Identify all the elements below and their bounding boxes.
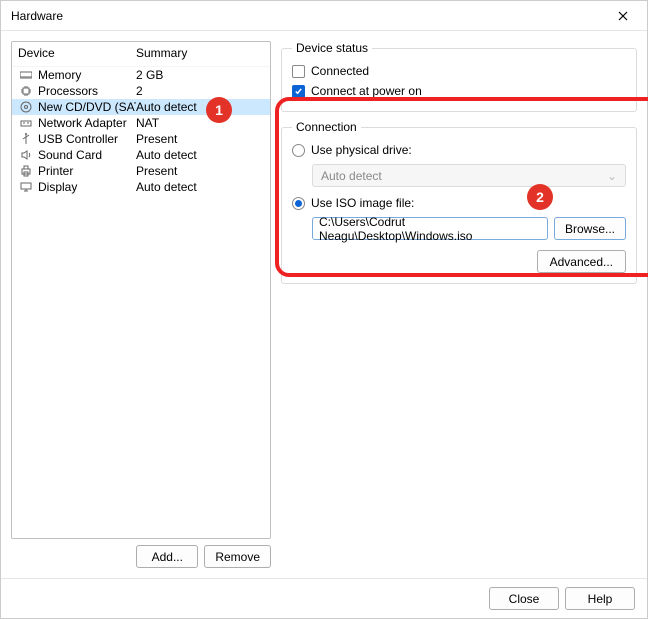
poweron-label: Connect at power on <box>311 84 422 98</box>
use-iso-label: Use ISO image file: <box>311 196 414 210</box>
add-button[interactable]: Add... <box>136 545 198 568</box>
iso-row: C:\Users\Codrut Neagu\Desktop\Windows.is… <box>312 217 626 240</box>
device-summary: Present <box>136 132 264 146</box>
device-label: Printer <box>38 164 136 178</box>
remove-button[interactable]: Remove <box>204 545 271 568</box>
row-printer[interactable]: Printer Present <box>12 163 270 179</box>
device-summary: Auto detect <box>136 180 264 194</box>
right-pane: Device status Connected Connect at power… <box>281 41 637 568</box>
device-label: Memory <box>38 68 136 82</box>
radio-checked-icon[interactable] <box>292 197 305 210</box>
device-summary: 2 <box>136 84 264 98</box>
connection-legend: Connection <box>292 120 361 134</box>
disc-icon <box>18 99 34 115</box>
device-summary: Auto detect <box>136 100 264 114</box>
advanced-row: Advanced... <box>292 250 626 273</box>
device-label: New CD/DVD (SATA) <box>38 100 136 114</box>
close-icon[interactable] <box>603 2 643 30</box>
processor-icon <box>18 83 34 99</box>
poweron-row[interactable]: Connect at power on <box>292 81 626 101</box>
device-summary: 2 GB <box>136 68 264 82</box>
row-processors[interactable]: Processors 2 <box>12 83 270 99</box>
device-status-legend: Device status <box>292 41 372 55</box>
col-device-header: Device <box>18 46 136 60</box>
connection-group: Connection Use physical drive: Auto dete… <box>281 120 637 284</box>
physical-drive-select: Auto detect ⌄ <box>312 164 626 187</box>
bottom-bar: Close Help <box>1 578 647 618</box>
use-iso-row[interactable]: Use ISO image file: <box>292 193 626 213</box>
row-usb[interactable]: USB Controller Present <box>12 131 270 147</box>
network-icon <box>18 115 34 131</box>
row-memory[interactable]: Memory 2 GB <box>12 67 270 83</box>
list-body: Memory 2 GB Processors 2 New CD/DVD (SAT… <box>12 67 270 195</box>
row-cddvd[interactable]: New CD/DVD (SATA) Auto detect <box>12 99 270 115</box>
col-summary-header: Summary <box>136 46 264 60</box>
row-network[interactable]: Network Adapter NAT <box>12 115 270 131</box>
hardware-dialog: Hardware Device Summary Memory 2 GB <box>0 0 648 619</box>
radio-unchecked-icon[interactable] <box>292 144 305 157</box>
device-label: Processors <box>38 84 136 98</box>
left-buttons: Add... Remove <box>11 545 271 568</box>
printer-icon <box>18 163 34 179</box>
help-button[interactable]: Help <box>565 587 635 610</box>
checkbox-checked-icon[interactable] <box>292 85 305 98</box>
sound-icon <box>18 147 34 163</box>
device-summary: Present <box>136 164 264 178</box>
drive-select-value: Auto detect <box>321 169 382 183</box>
checkbox-unchecked-icon[interactable] <box>292 65 305 78</box>
iso-path-value: C:\Users\Codrut Neagu\Desktop\Windows.is… <box>319 215 541 243</box>
device-summary: Auto detect <box>136 148 264 162</box>
device-status-group: Device status Connected Connect at power… <box>281 41 637 112</box>
dialog-content: Device Summary Memory 2 GB Processors 2 <box>1 31 647 578</box>
usb-icon <box>18 131 34 147</box>
device-label: USB Controller <box>38 132 136 146</box>
physical-drive-row[interactable]: Use physical drive: <box>292 140 626 160</box>
advanced-button[interactable]: Advanced... <box>537 250 626 273</box>
left-pane: Device Summary Memory 2 GB Processors 2 <box>11 41 271 568</box>
connected-label: Connected <box>311 64 369 78</box>
display-icon <box>18 179 34 195</box>
device-list: Device Summary Memory 2 GB Processors 2 <box>11 41 271 539</box>
device-label: Display <box>38 180 136 194</box>
row-sound[interactable]: Sound Card Auto detect <box>12 147 270 163</box>
device-label: Sound Card <box>38 148 136 162</box>
iso-path-input[interactable]: C:\Users\Codrut Neagu\Desktop\Windows.is… <box>312 217 548 240</box>
list-header: Device Summary <box>12 42 270 67</box>
chevron-down-icon: ⌄ <box>607 169 617 183</box>
titlebar: Hardware <box>1 1 647 31</box>
connected-row[interactable]: Connected <box>292 61 626 81</box>
close-button[interactable]: Close <box>489 587 559 610</box>
memory-icon <box>18 67 34 83</box>
device-summary: NAT <box>136 116 264 130</box>
browse-button[interactable]: Browse... <box>554 217 626 240</box>
physical-drive-label: Use physical drive: <box>311 143 412 157</box>
device-label: Network Adapter <box>38 116 136 130</box>
window-title: Hardware <box>11 9 63 23</box>
row-display[interactable]: Display Auto detect <box>12 179 270 195</box>
